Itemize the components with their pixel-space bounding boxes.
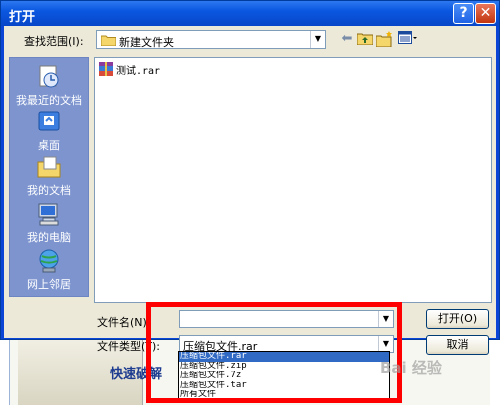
look-in-label: 查找范围(I): <box>24 35 84 48</box>
back-arrow-icon[interactable]: ⬅ <box>338 31 356 47</box>
desktop-icon <box>38 111 60 131</box>
place-recent-documents[interactable]: 我最近的文档 <box>10 64 88 108</box>
place-network[interactable]: 网上邻居 <box>10 248 88 292</box>
place-label: 桌面 <box>38 139 60 152</box>
place-label: 我的文档 <box>27 184 71 197</box>
network-places-icon <box>39 249 59 273</box>
up-folder-icon[interactable] <box>356 31 374 47</box>
watermark: Bai 经验 <box>380 359 442 377</box>
folder-icon <box>101 35 116 46</box>
my-computer-icon <box>38 203 59 226</box>
look-in-value: 新建文件夹 <box>119 36 174 49</box>
new-folder-icon[interactable] <box>375 31 394 48</box>
file-list[interactable]: 测试.rar <box>94 57 492 303</box>
place-label: 网上邻居 <box>27 278 71 291</box>
place-my-computer[interactable]: 我的电脑 <box>10 201 88 245</box>
file-name-label: 文件名(N): <box>97 316 151 329</box>
places-bar: 我最近的文档 桌面 我的文档 我的电脑 网上邻居 <box>9 57 89 297</box>
window-title: 打开 <box>9 10 36 25</box>
open-button[interactable]: 打开(O) <box>426 309 489 329</box>
winrar-archive-icon <box>99 62 113 76</box>
red-highlight-box <box>146 302 402 403</box>
open-file-dialog: 打开 ? ✕ 查找范围(I): 新建文件夹 ▼ ⬅ 我最近的文档 桌面 我的文档… <box>0 0 500 355</box>
dialog-body: 查找范围(I): 新建文件夹 ▼ ⬅ 我最近的文档 桌面 我的文档 我的电脑 网… <box>4 26 496 355</box>
close-button[interactable]: ✕ <box>475 3 496 24</box>
title-bar: 打开 ? ✕ <box>1 1 499 26</box>
file-name: 测试.rar <box>116 66 161 77</box>
look-in-dropdown[interactable]: 新建文件夹 ▼ <box>96 30 326 49</box>
place-my-documents[interactable]: 我的文档 <box>10 154 88 198</box>
views-menu-icon[interactable] <box>398 31 417 47</box>
place-desktop[interactable]: 桌面 <box>10 109 88 153</box>
place-label: 我最近的文档 <box>16 94 82 107</box>
help-button[interactable]: ? <box>453 3 474 24</box>
recent-documents-icon <box>39 65 59 88</box>
my-documents-icon <box>37 156 61 178</box>
place-label: 我的电脑 <box>27 231 71 244</box>
cancel-button[interactable]: 取消 <box>426 335 489 355</box>
chevron-down-icon[interactable]: ▼ <box>310 31 325 48</box>
